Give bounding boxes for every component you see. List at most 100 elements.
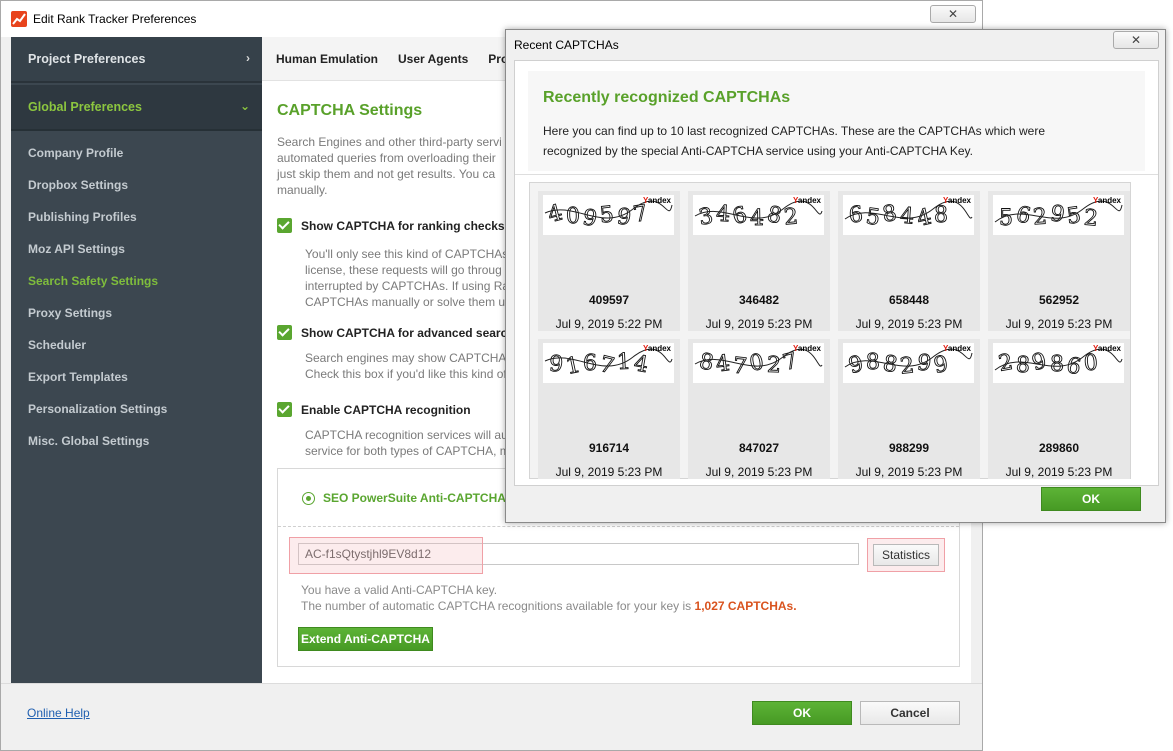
dialog-description: Here you can find up to 10 last recogniz… [543, 124, 1046, 158]
captcha-image: 5 6 2 9 5 2 Yandex [993, 195, 1124, 235]
option-label: Show CAPTCHA for ranking checks i [301, 218, 512, 233]
captcha-item: 9 8 8 2 9 9 Yandex 988299 Jul 9, 2019 5:23 PM [838, 339, 980, 479]
svg-text:9: 9 [615, 204, 632, 231]
sidebar-item-search-safety-settings[interactable]: Search Safety Settings [11, 265, 262, 297]
sidebar-item-company-profile[interactable]: Company Profile [11, 137, 262, 169]
captcha-item: 5 6 2 9 5 2 Yandex 562952 Jul 9, 2019 5:23 PM [988, 191, 1130, 331]
sidebar-item-moz-api-settings[interactable]: Moz API Settings [11, 233, 262, 265]
captcha-item: 6 5 8 4 4 8 Yandex 658448 Jul 9, 2019 5:23 PM [838, 191, 980, 331]
svg-text:2: 2 [1083, 206, 1099, 232]
captcha-date: Jul 9, 2019 5:22 PM [555, 317, 663, 331]
recognitions-count: 1,027 CAPTCHAs. [694, 599, 797, 613]
svg-text:0: 0 [1083, 350, 1099, 376]
yandex-logo: Yandex [942, 344, 971, 353]
sidebar-item-publishing-profiles[interactable]: Publishing Profiles [11, 201, 262, 233]
captcha-image: 3 4 6 4 8 2 Yandex [693, 195, 824, 235]
divider [278, 526, 959, 527]
chevron-down-icon: ⌄ [239, 99, 250, 113]
dialog-body: Recently recognized CAPTCHAs Here you ca… [514, 60, 1159, 486]
radio-selected-icon[interactable] [302, 491, 315, 505]
svg-text:4: 4 [899, 204, 915, 230]
captcha-date: Jul 9, 2019 5:23 PM [855, 465, 963, 479]
svg-text:0: 0 [566, 204, 581, 229]
svg-text:9: 9 [1049, 201, 1067, 228]
captcha-item: 8 4 7 0 2 7 Yandex 847027 Jul 9, 2019 5:23 PM [688, 339, 830, 479]
yandex-logo: Yandex [642, 344, 671, 353]
tab-user-agents[interactable]: User Agents [398, 52, 468, 66]
svg-text:8: 8 [881, 201, 899, 228]
recognitions-available-text: The number of automatic CAPTCHA recognit… [301, 598, 797, 614]
captcha-description: Search Engines and other third-party ser… [277, 135, 502, 197]
captcha-image: 9 8 8 2 9 9 Yandex [843, 343, 974, 383]
recent-captchas-dialog: Recent CAPTCHAs ✕ Recently recognized CA… [505, 29, 1166, 523]
checkbox-checked-icon[interactable] [277, 402, 292, 417]
captcha-image: 2 8 9 8 6 0 Yandex [993, 343, 1124, 383]
option-enable-recognition[interactable]: Enable CAPTCHA recognition [277, 402, 471, 417]
svg-text:6: 6 [1014, 202, 1033, 230]
svg-text:6: 6 [1064, 353, 1083, 380]
sidebar-section-project-preferences[interactable]: Project Preferences › [11, 37, 262, 83]
checkbox-checked-icon[interactable] [277, 218, 292, 233]
tab-human-emulation[interactable]: Human Emulation [276, 52, 378, 66]
option-description: CAPTCHA recognition services will au ser… [305, 428, 510, 458]
sidebar-item-export-templates[interactable]: Export Templates [11, 361, 262, 393]
svg-text:4: 4 [545, 200, 565, 228]
option-description: You'll only see this kind of CAPTCHAs li… [305, 247, 510, 309]
svg-text:2: 2 [783, 204, 799, 230]
captcha-code: 562952 [1038, 293, 1080, 307]
statistics-button[interactable]: Statistics [873, 544, 939, 566]
captcha-item: 3 4 6 4 8 2 Yandex 346482 Jul 9, 2019 5:23 PM [688, 191, 830, 331]
ok-button[interactable]: OK [752, 701, 852, 725]
svg-text:8: 8 [1015, 353, 1030, 379]
svg-text:6: 6 [848, 202, 864, 228]
svg-text:9: 9 [580, 205, 599, 232]
dialog-heading: Recently recognized CAPTCHAs [543, 89, 791, 106]
captcha-date: Jul 9, 2019 5:23 PM [705, 465, 813, 479]
sidebar-section-global-preferences[interactable]: Global Preferences ⌄ [11, 85, 262, 131]
window-close-button[interactable]: ✕ [930, 5, 976, 23]
divider [515, 174, 1158, 175]
sidebar-item-personalization-settings[interactable]: Personalization Settings [11, 393, 262, 425]
captcha-item: 4 0 9 5 9 7 Yandex 409597 Jul 9, 2019 5:22 PM [538, 191, 680, 331]
captcha-date: Jul 9, 2019 5:23 PM [855, 317, 963, 331]
sidebar-item-misc-global-settings[interactable]: Misc. Global Settings [11, 425, 262, 457]
dialog-close-button[interactable]: ✕ [1113, 31, 1159, 49]
yandex-logo: Yandex [792, 196, 821, 205]
option-advanced-search[interactable]: Show CAPTCHA for advanced search [277, 325, 515, 340]
online-help-link[interactable]: Online Help [27, 706, 90, 720]
cancel-button[interactable]: Cancel [860, 701, 960, 725]
yandex-logo: Yandex [1092, 196, 1121, 205]
svg-text:0: 0 [747, 350, 766, 377]
svg-text:9: 9 [846, 351, 866, 379]
captcha-code: 409597 [588, 293, 630, 307]
captcha-image: 9 1 6 7 1 4 Yandex [543, 343, 674, 383]
svg-text:2: 2 [997, 350, 1015, 377]
sidebar-item-scheduler[interactable]: Scheduler [11, 329, 262, 361]
captcha-image: 6 5 8 4 4 8 Yandex [843, 195, 974, 235]
chevron-right-icon: › [246, 51, 250, 65]
captcha-date: Jul 9, 2019 5:23 PM [555, 465, 663, 479]
radio-seo-powersuite-anti-captcha[interactable]: SEO PowerSuite Anti-CAPTCHA [302, 491, 506, 505]
svg-text:8: 8 [1050, 352, 1064, 377]
anti-captcha-key-input[interactable] [298, 543, 859, 565]
dialog-header: Recently recognized CAPTCHAs Here you ca… [528, 71, 1145, 171]
window-title: Edit Rank Tracker Preferences [33, 12, 197, 26]
radio-label: SEO PowerSuite Anti-CAPTCHA [323, 491, 506, 505]
extend-anti-captcha-button[interactable]: Extend Anti-CAPTCHA [298, 627, 433, 651]
sidebar-item-proxy-settings[interactable]: Proxy Settings [11, 297, 262, 329]
captcha-code: 658448 [888, 293, 930, 307]
svg-text:4: 4 [715, 202, 730, 228]
captcha-code: 847027 [738, 441, 780, 455]
option-ranking-checks[interactable]: Show CAPTCHA for ranking checks i [277, 218, 511, 233]
captcha-date: Jul 9, 2019 5:23 PM [1005, 317, 1113, 331]
captcha-item: 2 8 9 8 6 0 Yandex 289860 Jul 9, 2019 5:23 PM [988, 339, 1130, 479]
captcha-date: Jul 9, 2019 5:23 PM [1005, 465, 1113, 479]
dialog-ok-button[interactable]: OK [1041, 487, 1141, 511]
sidebar: Project Preferences › Global Preferences… [11, 37, 262, 683]
checkbox-checked-icon[interactable] [277, 325, 292, 340]
sidebar-item-dropbox-settings[interactable]: Dropbox Settings [11, 169, 262, 201]
captcha-grid: 4 0 9 5 9 7 Yandex 409597 Jul 9, 2019 5:22 PM 3 4 6… [529, 182, 1131, 479]
rank-tracker-app-icon [11, 11, 27, 27]
captcha-date: Jul 9, 2019 5:23 PM [705, 317, 813, 331]
captcha-code: 289860 [1038, 441, 1080, 455]
